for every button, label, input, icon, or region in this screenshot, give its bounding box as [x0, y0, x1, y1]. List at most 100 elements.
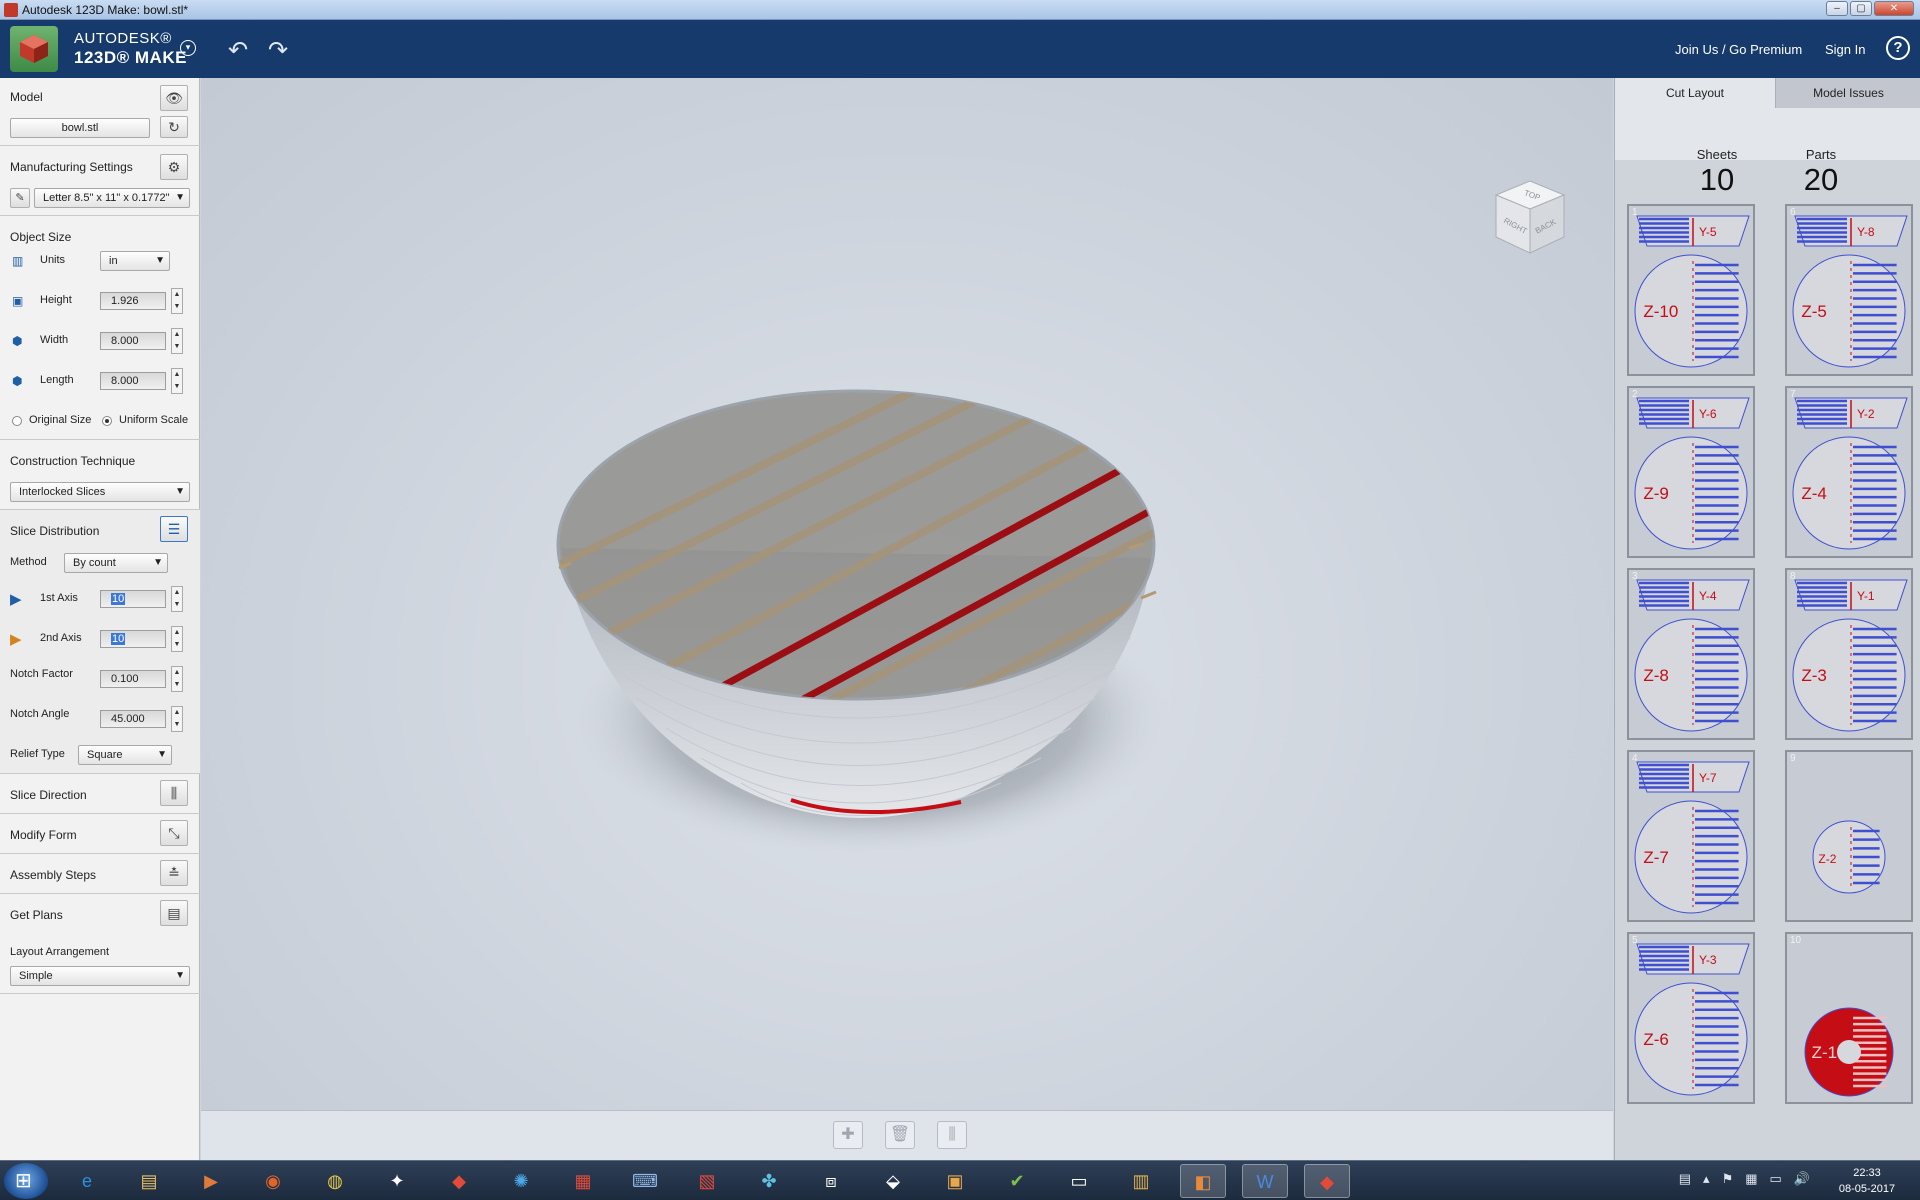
height-field[interactable]: 1.926: [100, 292, 166, 310]
sheet-thumbnail[interactable]: 9 Z-2: [1785, 750, 1913, 922]
app-pdf-icon[interactable]: ▦: [560, 1164, 606, 1198]
visibility-eye-icon[interactable]: 👁: [160, 85, 188, 111]
app-pinwheel-icon[interactable]: ✤: [746, 1164, 792, 1198]
system-clock[interactable]: 22:33 08-05-2017: [1822, 1165, 1912, 1197]
notch-angle-label: Notch Angle: [10, 708, 70, 720]
app-vray-icon[interactable]: ✔: [994, 1164, 1040, 1198]
app-keyboard-icon[interactable]: ⌨: [622, 1164, 668, 1198]
units-dropdown[interactable]: in ▼: [100, 251, 170, 271]
media-player-icon[interactable]: ▶: [188, 1164, 234, 1198]
height-stepper[interactable]: ▲ ▼: [171, 288, 183, 314]
refresh-icon[interactable]: ↻: [160, 116, 188, 138]
firefox-icon[interactable]: ◉: [250, 1164, 296, 1198]
assembly-steps-section[interactable]: Assembly Steps ≛: [0, 854, 200, 894]
tab-cut-layout[interactable]: Cut Layout: [1615, 78, 1775, 108]
notch-angle-stepper[interactable]: ▲ ▼: [171, 706, 183, 732]
start-button[interactable]: [4, 1163, 48, 1199]
model-file-button[interactable]: bowl.stl: [10, 118, 150, 138]
width-stepper[interactable]: ▲ ▼: [171, 328, 183, 354]
app-123d-make-icon[interactable]: ◆: [1304, 1164, 1350, 1198]
sheet-thumbnail[interactable]: 3 Y-4 Z-8: [1627, 568, 1755, 740]
tray-flag-icon[interactable]: ⚑: [1722, 1171, 1734, 1187]
axis1-stepper[interactable]: ▲ ▼: [171, 586, 183, 612]
word-icon[interactable]: W: [1242, 1164, 1288, 1198]
layout-arrangement-dropdown[interactable]: Simple ▼: [10, 966, 190, 986]
uniform-scale-radio[interactable]: [102, 416, 112, 426]
assembly-steps-icon[interactable]: ≛: [160, 860, 188, 886]
disc-part-label: Z-8: [1643, 666, 1669, 685]
slice-direction-icon[interactable]: ⫼: [160, 780, 188, 806]
original-size-radio[interactable]: [12, 416, 22, 426]
bowl-model[interactable]: [201, 78, 1613, 1110]
tray-notification-icon[interactable]: ▦: [1745, 1171, 1757, 1187]
relief-type-dropdown[interactable]: Square ▼: [78, 745, 172, 765]
close-button[interactable]: ✕: [1874, 1, 1914, 16]
units-value: in: [109, 255, 118, 267]
modify-form-icon[interactable]: ⤡: [160, 820, 188, 846]
sheet-thumbnail[interactable]: 8 Y-1 Z-3: [1785, 568, 1913, 740]
get-plans-document-icon[interactable]: ▤: [160, 900, 188, 926]
app-circuit-icon[interactable]: ⧈: [808, 1164, 854, 1198]
ie-browser-icon[interactable]: e: [64, 1164, 110, 1198]
brand-autodesk: AUTODESK®: [74, 30, 172, 47]
app-blue-gear-icon[interactable]: ✺: [498, 1164, 544, 1198]
undo-arrow-icon[interactable]: ↶: [228, 36, 248, 65]
tray-display-icon[interactable]: ▭: [1770, 1171, 1782, 1187]
help-icon[interactable]: ?: [1886, 36, 1910, 60]
axis2-stepper[interactable]: ▲ ▼: [171, 626, 183, 652]
view-cube[interactable]: TOP RIGHT BACK: [1492, 177, 1568, 257]
file-explorer-icon[interactable]: ▤: [126, 1164, 172, 1198]
method-dropdown[interactable]: By count ▼: [64, 553, 168, 573]
notch-angle-field[interactable]: 45.000: [100, 710, 166, 728]
app-logo[interactable]: [10, 26, 58, 72]
sheet-thumbnail[interactable]: 6 Y-8 Z-5: [1785, 204, 1913, 376]
sheet-size-dropdown[interactable]: Letter 8.5" x 11" x 0.1772" ▼: [34, 188, 190, 208]
length-field[interactable]: 8.000: [100, 372, 166, 390]
app-3dsmax-icon[interactable]: ✦: [374, 1164, 420, 1198]
tab-model-issues[interactable]: Model Issues: [1775, 78, 1920, 108]
notch-factor-field[interactable]: 0.100: [100, 670, 166, 688]
tray-volume-icon[interactable]: 🔊: [1794, 1171, 1810, 1187]
minimize-button[interactable]: –: [1826, 1, 1848, 16]
notch-factor-stepper[interactable]: ▲ ▼: [171, 666, 183, 692]
app-menu-chevron-icon[interactable]: ▾: [180, 40, 196, 56]
chrome-icon[interactable]: ◍: [312, 1164, 358, 1198]
sheet-preview: Z-2: [1812, 820, 1886, 894]
tray-network-icon[interactable]: ▤: [1679, 1171, 1691, 1187]
app-acrobat-icon[interactable]: ▧: [684, 1164, 730, 1198]
axis1-field[interactable]: 10: [100, 590, 166, 608]
construction-dropdown[interactable]: Interlocked Slices ▼: [10, 482, 190, 502]
join-premium-link[interactable]: Join Us / Go Premium: [1675, 42, 1802, 57]
app-cube-icon[interactable]: ⬙: [870, 1164, 916, 1198]
length-stepper[interactable]: ▲ ▼: [171, 368, 183, 394]
maximize-button[interactable]: ▢: [1850, 1, 1872, 16]
sheet-thumbnail[interactable]: 7 Y-2 Z-4: [1785, 386, 1913, 558]
sheet-thumbnail[interactable]: 2 Y-6 Z-9: [1627, 386, 1755, 558]
app-123d-red-icon[interactable]: ◆: [436, 1164, 482, 1198]
modify-form-section[interactable]: Modify Form ⤡: [0, 814, 200, 854]
slice-direction-title: Slice Direction: [10, 788, 87, 802]
sheet-thumbnail[interactable]: 5 Y-3 Z-6: [1627, 932, 1755, 1104]
width-field[interactable]: 8.000: [100, 332, 166, 350]
sheet-thumbnail[interactable]: 10 Z-1: [1785, 932, 1913, 1104]
settings-gear-icon[interactable]: ⚙: [160, 154, 188, 180]
delete-trash-icon[interactable]: 🗑: [885, 1121, 915, 1149]
sheet-thumbnail[interactable]: 1 Y-5 Z-10: [1627, 204, 1755, 376]
sign-in-link[interactable]: Sign In: [1825, 42, 1865, 57]
slice-direction-section[interactable]: Slice Direction ⫼: [0, 774, 200, 814]
tray-show-hidden-icon[interactable]: ▴: [1703, 1171, 1710, 1187]
sheet-thumbnail[interactable]: 4 Y-7 Z-7: [1627, 750, 1755, 922]
slice-part-label: Y-8: [1857, 225, 1875, 239]
slice-tools-icon[interactable]: ⫼: [937, 1121, 967, 1149]
3d-viewport[interactable]: ⇥ TOP RIGHT BACK ◎ ✋ ⌕ ▣ ⬡: [201, 78, 1796, 1160]
redo-arrow-icon[interactable]: ↷: [268, 36, 288, 65]
app-document-icon[interactable]: ▣: [932, 1164, 978, 1198]
edit-pencil-icon[interactable]: ✎: [10, 188, 30, 208]
sheet-number: 1: [1632, 207, 1638, 218]
app-presentation-icon[interactable]: ▭: [1056, 1164, 1102, 1198]
add-part-icon[interactable]: ✚: [833, 1121, 863, 1149]
axis2-field[interactable]: 10: [100, 630, 166, 648]
app-film-icon[interactable]: ▥: [1118, 1164, 1164, 1198]
app-photos-icon[interactable]: ◧: [1180, 1164, 1226, 1198]
slice-distribution-icon[interactable]: ☰: [160, 516, 188, 542]
